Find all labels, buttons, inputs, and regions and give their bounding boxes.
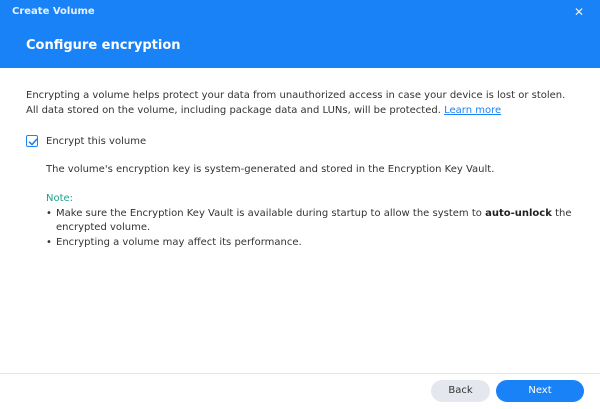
create-volume-dialog: Create Volume ✕ Configure encryption Enc… bbox=[0, 0, 600, 409]
bullet-icon: • bbox=[46, 237, 52, 248]
checkmark-icon bbox=[28, 138, 38, 146]
encrypt-volume-option[interactable]: Encrypt this volume bbox=[26, 134, 574, 148]
close-icon: ✕ bbox=[573, 5, 585, 19]
note-item: • Encrypting a volume may affect its per… bbox=[46, 236, 574, 250]
dialog-content: Encrypting a volume helps protect your d… bbox=[26, 88, 574, 250]
close-button[interactable]: ✕ bbox=[572, 5, 586, 19]
encryption-key-description: The volume's encryption key is system-ge… bbox=[46, 164, 495, 175]
dialog-header: Create Volume ✕ Configure encryption bbox=[0, 0, 600, 68]
learn-more-link[interactable]: Learn more bbox=[444, 105, 501, 116]
page-title: Configure encryption bbox=[26, 38, 181, 53]
back-button[interactable]: Back bbox=[431, 380, 490, 402]
window-title: Create Volume bbox=[12, 6, 95, 17]
note-item-text: Make sure the Encryption Key Vault is av… bbox=[56, 208, 482, 219]
note-item-text: Encrypting a volume may affect its perfo… bbox=[56, 237, 302, 248]
encrypt-volume-label[interactable]: Encrypt this volume bbox=[46, 136, 146, 147]
footer-divider bbox=[0, 373, 600, 374]
intro-paragraph: Encrypting a volume helps protect your d… bbox=[26, 88, 574, 118]
encrypt-volume-checkbox[interactable] bbox=[26, 135, 38, 147]
note-item: • Make sure the Encryption Key Vault is … bbox=[46, 207, 574, 235]
note-title: Note: bbox=[46, 193, 74, 204]
bullet-icon: • bbox=[46, 208, 52, 219]
auto-unlock-term: auto-unlock bbox=[485, 208, 552, 219]
note-section: Note: • Make sure the Encryption Key Vau… bbox=[46, 191, 574, 250]
note-list: • Make sure the Encryption Key Vault is … bbox=[46, 207, 574, 250]
next-button[interactable]: Next bbox=[496, 380, 584, 402]
